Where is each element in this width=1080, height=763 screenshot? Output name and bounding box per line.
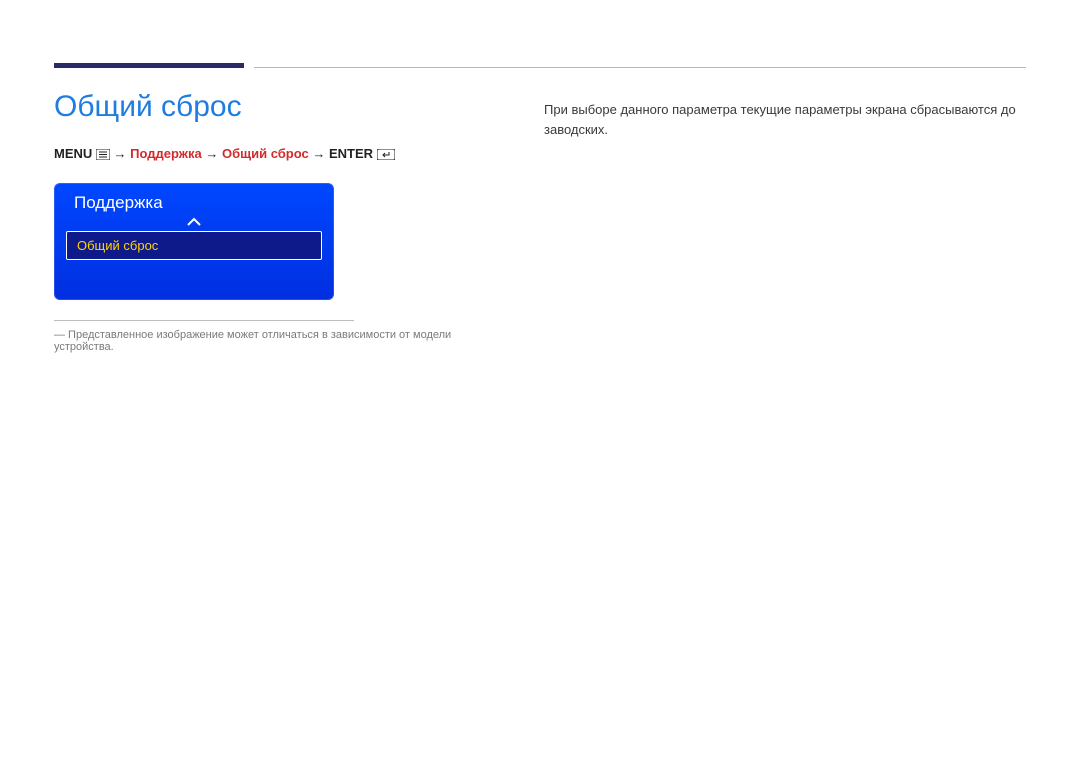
osd-up-arrow[interactable] xyxy=(54,215,334,231)
divider-line xyxy=(254,67,1026,68)
menu-icon xyxy=(96,148,110,163)
osd-panel: Поддержка Общий сброс xyxy=(54,183,334,300)
document-page: Общий сброс MENU → Поддержка → Общий сбр… xyxy=(0,0,1080,353)
page-title: Общий сброс xyxy=(54,90,454,124)
header-rule xyxy=(54,58,1026,68)
enter-icon xyxy=(377,148,395,163)
breadcrumb-menu: MENU xyxy=(54,146,92,161)
breadcrumb-arrow-1: → xyxy=(114,146,127,161)
right-column: При выборе данного параметра текущие пар… xyxy=(544,90,1026,353)
footnote: ― Представленное изображение может отлич… xyxy=(54,329,454,353)
description-text: При выборе данного параметра текущие пар… xyxy=(544,100,1026,139)
breadcrumb-arrow-3: → xyxy=(312,146,325,161)
left-column: Общий сброс MENU → Поддержка → Общий сбр… xyxy=(54,90,454,353)
content-row: Общий сброс MENU → Поддержка → Общий сбр… xyxy=(54,90,1026,353)
breadcrumb: MENU → Поддержка → Общий сброс → ENTER xyxy=(54,146,454,163)
breadcrumb-support: Поддержка xyxy=(130,146,202,161)
breadcrumb-enter: ENTER xyxy=(329,146,373,161)
osd-item-reset[interactable]: Общий сброс xyxy=(66,231,322,260)
breadcrumb-arrow-2: → xyxy=(205,146,218,161)
osd-body: Общий сброс xyxy=(54,231,334,300)
accent-bar xyxy=(54,63,244,68)
osd-title: Поддержка xyxy=(54,183,334,215)
breadcrumb-reset: Общий сброс xyxy=(222,146,309,161)
footnote-separator xyxy=(54,320,354,321)
